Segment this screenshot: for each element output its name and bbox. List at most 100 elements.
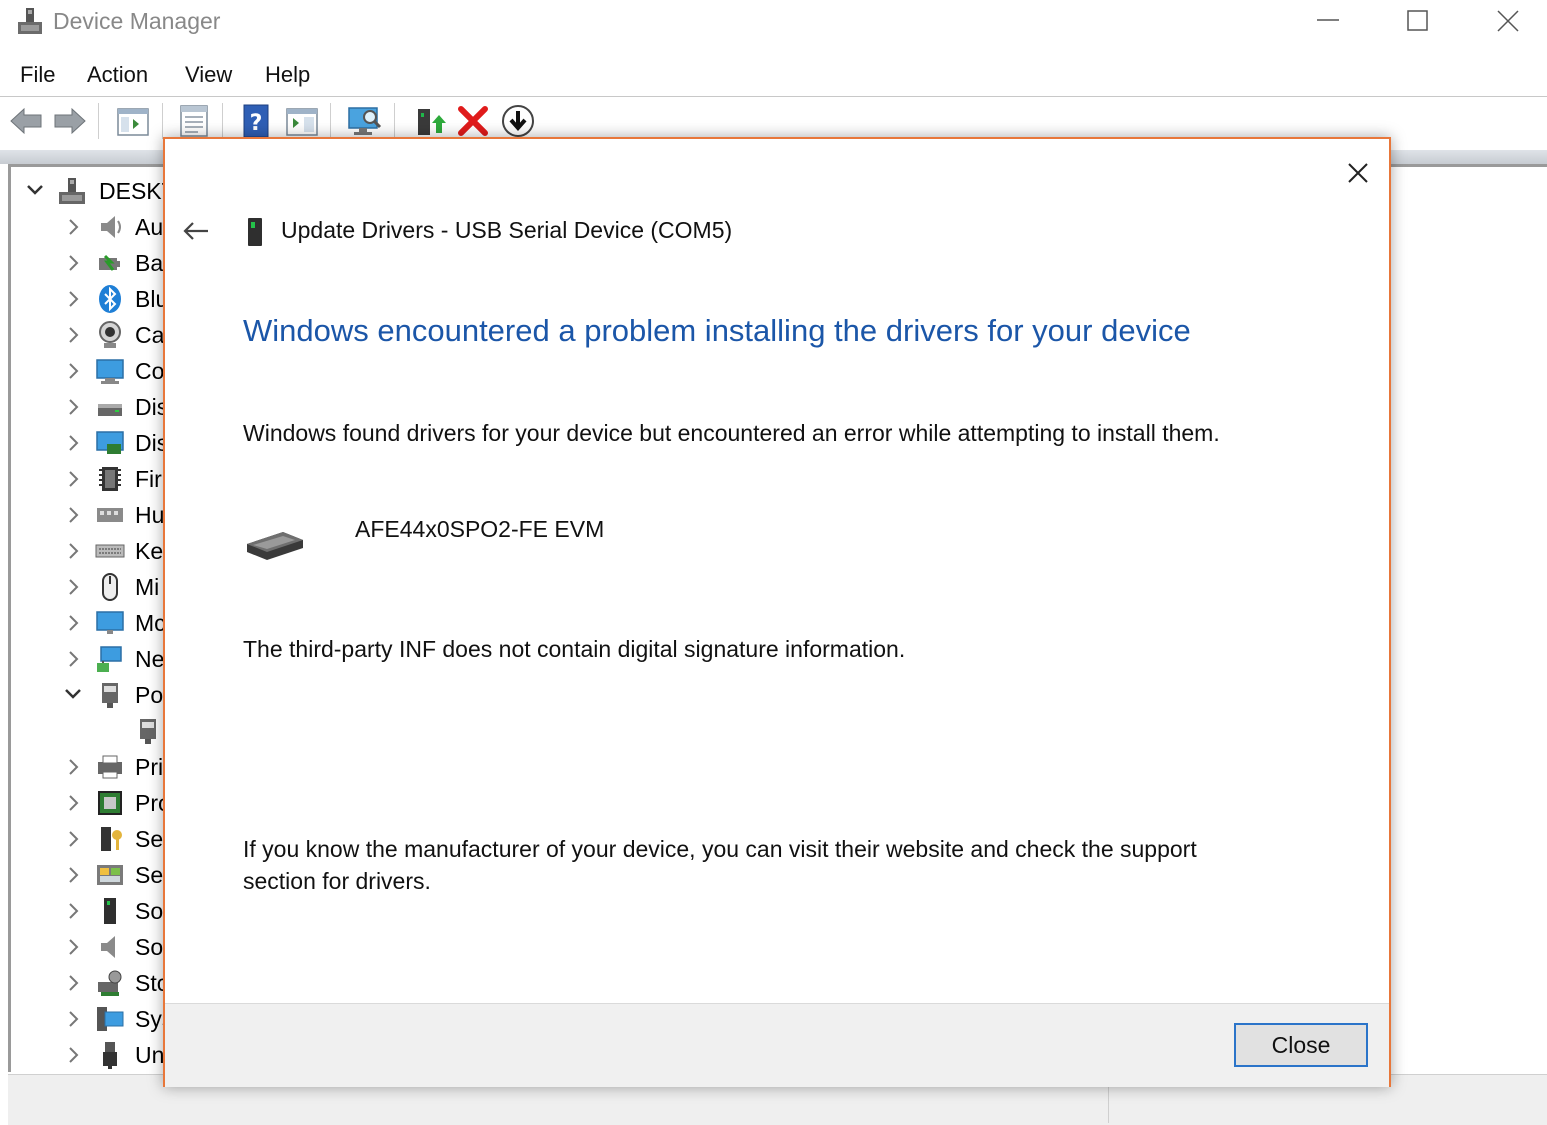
action-pane-icon[interactable] xyxy=(284,103,320,139)
tree-item-label: Ba xyxy=(135,250,164,276)
network-icon xyxy=(97,646,122,672)
port-child-icon xyxy=(140,719,156,744)
toolbar-separator xyxy=(222,103,223,139)
firmware-icon xyxy=(99,467,121,491)
tree-item-label: Fir xyxy=(135,466,162,492)
chevron-right-icon[interactable] xyxy=(63,641,83,677)
toolbar-separator xyxy=(162,103,163,139)
display-adapter-icon xyxy=(96,431,124,454)
usb-device-icon xyxy=(248,218,262,246)
processor-icon xyxy=(98,791,122,815)
tree-item-label: Co xyxy=(135,358,165,384)
tree-item-label: Ke xyxy=(135,538,164,564)
storage-controller-icon xyxy=(98,970,122,996)
properties-icon[interactable] xyxy=(176,103,212,139)
chevron-right-icon[interactable] xyxy=(63,749,83,785)
chevron-right-icon[interactable] xyxy=(63,785,83,821)
uninstall-device-icon[interactable] xyxy=(455,103,491,139)
battery-icon xyxy=(99,254,120,271)
maximize-button[interactable] xyxy=(1373,0,1463,44)
menu-help[interactable]: Help xyxy=(265,62,310,88)
chevron-right-icon[interactable] xyxy=(63,281,83,317)
tree-item-label: Mc xyxy=(135,610,166,636)
dialog-footer: Close xyxy=(165,1003,1389,1087)
computer-icon xyxy=(96,359,124,384)
software-device-icon xyxy=(104,898,116,924)
menu-bar: File Action View Help xyxy=(0,54,1547,96)
maximize-icon xyxy=(1407,10,1428,31)
close-button[interactable]: Close xyxy=(1234,1023,1368,1067)
window-close-button[interactable] xyxy=(1463,0,1547,44)
tree-item-label: So xyxy=(135,898,164,924)
chevron-down-icon[interactable] xyxy=(63,677,83,713)
chevron-right-icon[interactable] xyxy=(63,317,83,353)
security-device-icon xyxy=(101,827,122,851)
usb-icon xyxy=(103,1042,117,1069)
help-icon[interactable]: ? xyxy=(238,103,274,139)
toolbar-separator xyxy=(394,103,395,139)
enable-device-icon[interactable] xyxy=(500,103,536,139)
monitor-icon xyxy=(96,611,124,634)
dialog-title: Update Drivers - USB Serial Device (COM5… xyxy=(281,217,733,243)
chevron-right-icon[interactable] xyxy=(63,533,83,569)
sound-icon xyxy=(101,936,115,958)
printer-icon xyxy=(98,755,122,779)
menu-file[interactable]: File xyxy=(20,62,55,88)
system-device-icon xyxy=(97,1007,124,1031)
speaker-icon xyxy=(101,216,121,238)
chevron-right-icon[interactable] xyxy=(63,605,83,641)
human-interface-icon xyxy=(97,508,123,522)
generic-device-icon xyxy=(247,532,303,560)
chevron-right-icon[interactable] xyxy=(63,353,83,389)
dialog-close-icon[interactable] xyxy=(1338,153,1378,193)
menu-view[interactable]: View xyxy=(185,62,232,88)
chevron-right-icon[interactable] xyxy=(63,389,83,425)
mouse-icon xyxy=(102,573,118,601)
forward-arrow-icon[interactable] xyxy=(52,103,88,139)
show-hide-console-tree-icon[interactable] xyxy=(115,103,151,139)
device-manager-icon xyxy=(18,8,42,34)
chevron-right-icon[interactable] xyxy=(63,857,83,893)
tree-item-label: Mi xyxy=(135,574,160,600)
update-drivers-dialog: Update Drivers - USB Serial Device (COM5… xyxy=(163,137,1391,1087)
chevron-right-icon[interactable] xyxy=(63,497,83,533)
tree-item-label: So xyxy=(135,934,164,960)
chevron-right-icon[interactable] xyxy=(63,1037,83,1073)
minimize-button[interactable] xyxy=(1283,0,1373,44)
minimize-icon xyxy=(1317,19,1339,21)
disk-drive-icon xyxy=(98,404,122,416)
chevron-right-icon[interactable] xyxy=(63,245,83,281)
manufacturer-advice: If you know the manufacturer of your dev… xyxy=(243,836,1197,894)
computer-root-icon xyxy=(59,178,85,204)
menu-action[interactable]: Action xyxy=(87,62,148,88)
error-reason: The third-party INF does not contain dig… xyxy=(243,636,906,662)
back-arrow-icon[interactable] xyxy=(181,219,211,243)
tree-item-label: Ca xyxy=(135,322,165,348)
tree-item-label: Ne xyxy=(135,646,165,672)
svg-text:?: ? xyxy=(250,111,263,136)
window-title: Device Manager xyxy=(53,8,221,34)
chevron-down-icon[interactable] xyxy=(25,173,45,209)
device-name: AFE44x0SPO2-FE EVM xyxy=(355,516,605,542)
chevron-right-icon[interactable] xyxy=(63,965,83,1001)
back-arrow-icon[interactable] xyxy=(8,103,44,139)
scan-hardware-icon[interactable] xyxy=(346,103,382,139)
port-icon xyxy=(102,683,118,708)
chevron-right-icon[interactable] xyxy=(63,893,83,929)
tree-item-label: Un xyxy=(135,1042,165,1068)
chevron-right-icon[interactable] xyxy=(63,209,83,245)
chevron-right-icon[interactable] xyxy=(63,821,83,857)
dialog-heading: Windows encountered a problem installing… xyxy=(243,313,1191,348)
chevron-right-icon[interactable] xyxy=(63,425,83,461)
chevron-right-icon[interactable] xyxy=(63,461,83,497)
chevron-right-icon[interactable] xyxy=(63,569,83,605)
chevron-right-icon[interactable] xyxy=(63,1001,83,1037)
bluetooth-icon xyxy=(99,285,121,313)
camera-icon xyxy=(99,321,121,348)
error-description: Windows found drivers for your device bu… xyxy=(243,420,1220,446)
tree-item-label: Po xyxy=(135,682,164,708)
chevron-right-icon[interactable] xyxy=(63,929,83,965)
toolbar-separator xyxy=(330,103,331,139)
update-driver-icon[interactable] xyxy=(412,103,448,139)
tree-item-label: Hu xyxy=(135,502,165,528)
